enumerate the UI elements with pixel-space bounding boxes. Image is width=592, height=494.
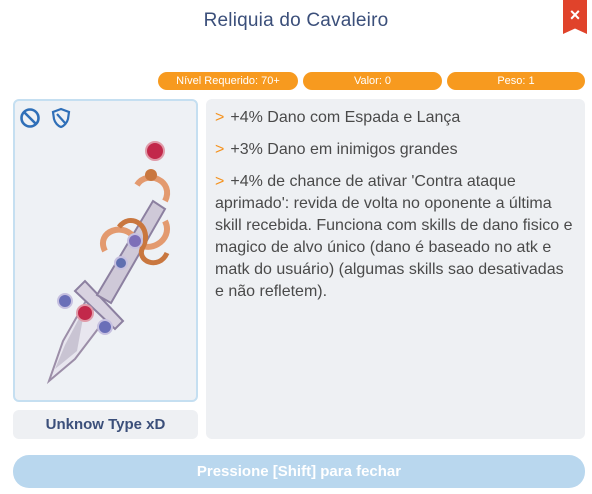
window-title: Reliquia do Cavaleiro <box>203 10 389 31</box>
shield-icon <box>51 107 71 129</box>
description-line: > +4% Dano com Espada e Lança <box>215 107 575 129</box>
bullet-marker: > <box>215 109 225 126</box>
description-line: > +3% Dano em inimigos grandes <box>215 139 575 161</box>
item-image-panel <box>13 99 198 402</box>
bullet-marker: > <box>215 141 225 158</box>
block-icon <box>20 108 40 128</box>
item-description-panel: > +4% Dano com Espada e Lança > +3% Dano e… <box>206 99 585 439</box>
required-level-badge: Nível Requerido: 70+ <box>158 72 298 90</box>
item-tooltip-window: Reliquia do Cavaleiro × Nível Requerido:… <box>0 0 592 494</box>
press-shift-to-close-button[interactable]: Pressione [Shift] para fechar <box>13 455 585 488</box>
close-icon: × <box>569 5 581 25</box>
bullet-marker: > <box>215 173 225 190</box>
item-type-label: Unknow Type xD <box>13 410 198 439</box>
value-badge: Valor: 0 <box>303 72 442 90</box>
description-text: +4% Dano com Espada e Lança <box>230 109 461 126</box>
description-line: > +4% de chance de ativar 'Contra ataque … <box>215 171 575 303</box>
description-text: +3% Dano em inimigos grandes <box>230 141 458 158</box>
sword-image <box>46 141 170 385</box>
description-text: +4% de chance de ativar 'Contra ataque a… <box>215 173 573 300</box>
weight-badge: Peso: 1 <box>447 72 585 90</box>
